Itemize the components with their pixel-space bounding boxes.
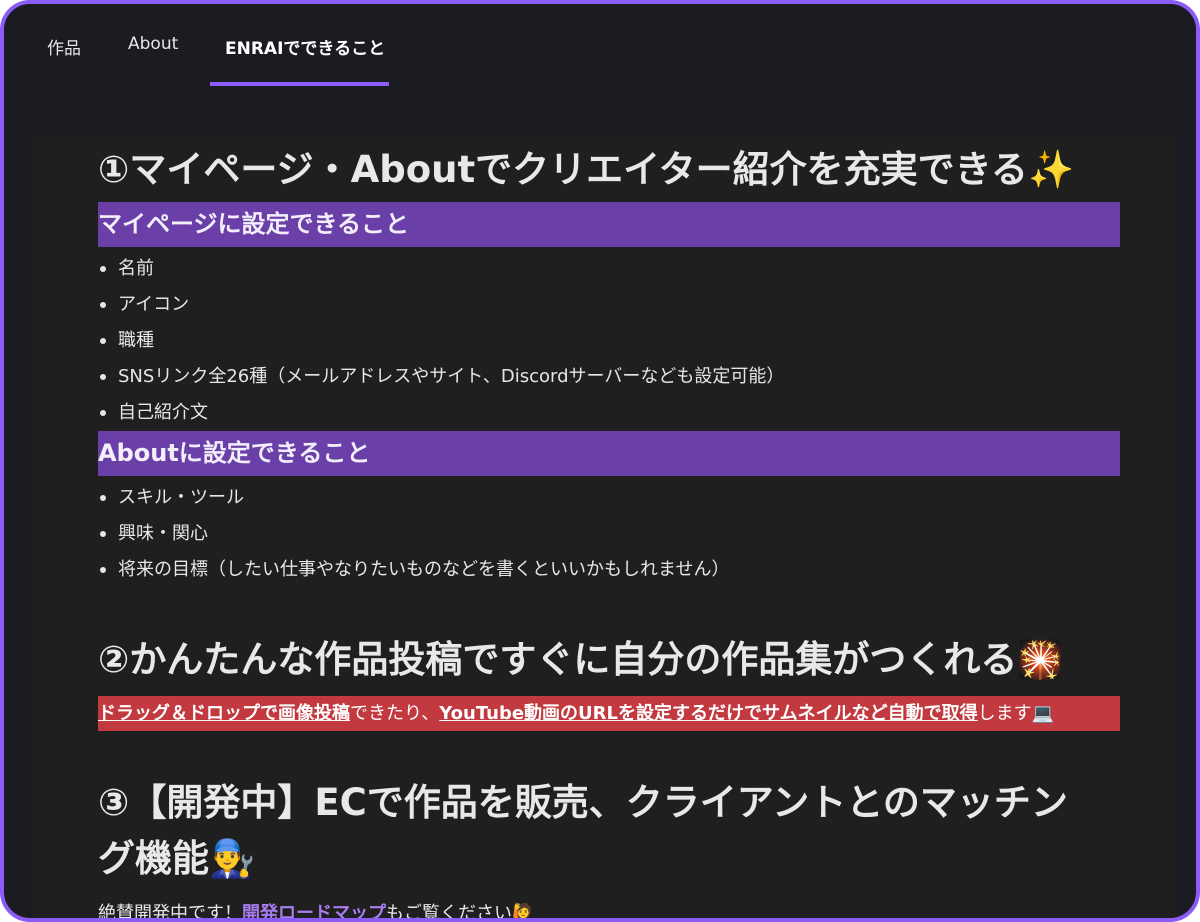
- list-item: スキル・ツール: [98, 480, 1120, 516]
- tab-enrai-features[interactable]: ENRAIでできること: [225, 34, 385, 59]
- roadmap-link[interactable]: 開発ロードマップ: [242, 903, 386, 918]
- mechanic-icon: 👨‍🔧: [209, 837, 256, 880]
- browser-frame: 作品 About ENRAIでできること ①マイページ・Aboutでクリエイター…: [0, 0, 1200, 922]
- mypage-settings-list: 名前 アイコン 職種 SNSリンク全26種（メールアドレスやサイト、Discor…: [98, 251, 1120, 431]
- tab-works[interactable]: 作品: [47, 34, 81, 59]
- list-item: 職種: [98, 323, 1120, 359]
- section1-heading: ①マイページ・Aboutでクリエイター紹介を充実できる✨: [98, 142, 1120, 198]
- highlight-text: します: [977, 703, 1032, 724]
- highlight-bar: ドラッグ＆ドロップで画像投稿できたり、YouTube動画のURLを設定するだけで…: [98, 696, 1120, 731]
- top-navigation: 作品 About ENRAIでできること: [4, 4, 1196, 136]
- section2-title: ②かんたんな作品投稿ですぐに自分の作品集がつくれる: [98, 638, 1018, 681]
- laptop-icon: 💻: [1031, 703, 1055, 724]
- list-item: SNSリンク全26種（メールアドレスやサイト、Discordサーバーなども設定可…: [98, 359, 1120, 395]
- section3-title-line1: ③【開発中】ECで作品を販売、クライアントとのマッチン: [98, 781, 1068, 824]
- sparkler-icon: 🎇: [1017, 638, 1064, 681]
- raising-hand-icon: 🙋: [512, 903, 535, 922]
- section1-title: ①マイページ・Aboutでクリエイター紹介を充実できる: [98, 148, 1028, 191]
- article-body: ①マイページ・Aboutでクリエイター紹介を充実できる✨ マイページに設定できる…: [98, 136, 1120, 922]
- subheading-mypage: マイページに設定できること: [98, 202, 1120, 247]
- section3-heading: ③【開発中】ECで作品を販売、クライアントとのマッチン グ機能👨‍🔧: [98, 775, 1120, 887]
- section3-title-line2: グ機能: [98, 837, 209, 880]
- list-item: 将来の目標（したい仕事やなりたいものなどを書くといいかもしれません）: [98, 552, 1120, 588]
- dev-status-suffix: もご覧ください: [386, 903, 512, 922]
- dev-status-text: 絶賛開発中です！開発ロードマップもご覧ください🙋: [98, 899, 1120, 922]
- highlight-youtube: YouTube動画のURLを設定するだけでサムネイルなど自動で取得: [439, 703, 978, 724]
- tab-about[interactable]: About: [128, 34, 178, 54]
- active-tab-indicator: [210, 82, 389, 86]
- list-item: 興味・関心: [98, 516, 1120, 552]
- section2-heading: ②かんたんな作品投稿ですぐに自分の作品集がつくれる🎇: [98, 632, 1120, 688]
- list-item: アイコン: [98, 287, 1120, 323]
- highlight-drag-drop: ドラッグ＆ドロップで画像投稿: [98, 703, 350, 724]
- highlight-text: できたり、: [350, 703, 440, 724]
- subheading-about: Aboutに設定できること: [98, 431, 1120, 476]
- about-settings-list: スキル・ツール 興味・関心 将来の目標（したい仕事やなりたいものなどを書くといい…: [98, 480, 1120, 588]
- dev-status-prefix: 絶賛開発中です！: [98, 903, 242, 922]
- main-content: ①マイページ・Aboutでクリエイター紹介を充実できる✨ マイページに設定できる…: [32, 136, 1176, 922]
- list-item: 名前: [98, 251, 1120, 287]
- list-item: 自己紹介文: [98, 395, 1120, 431]
- sparkles-icon: ✨: [1027, 148, 1075, 191]
